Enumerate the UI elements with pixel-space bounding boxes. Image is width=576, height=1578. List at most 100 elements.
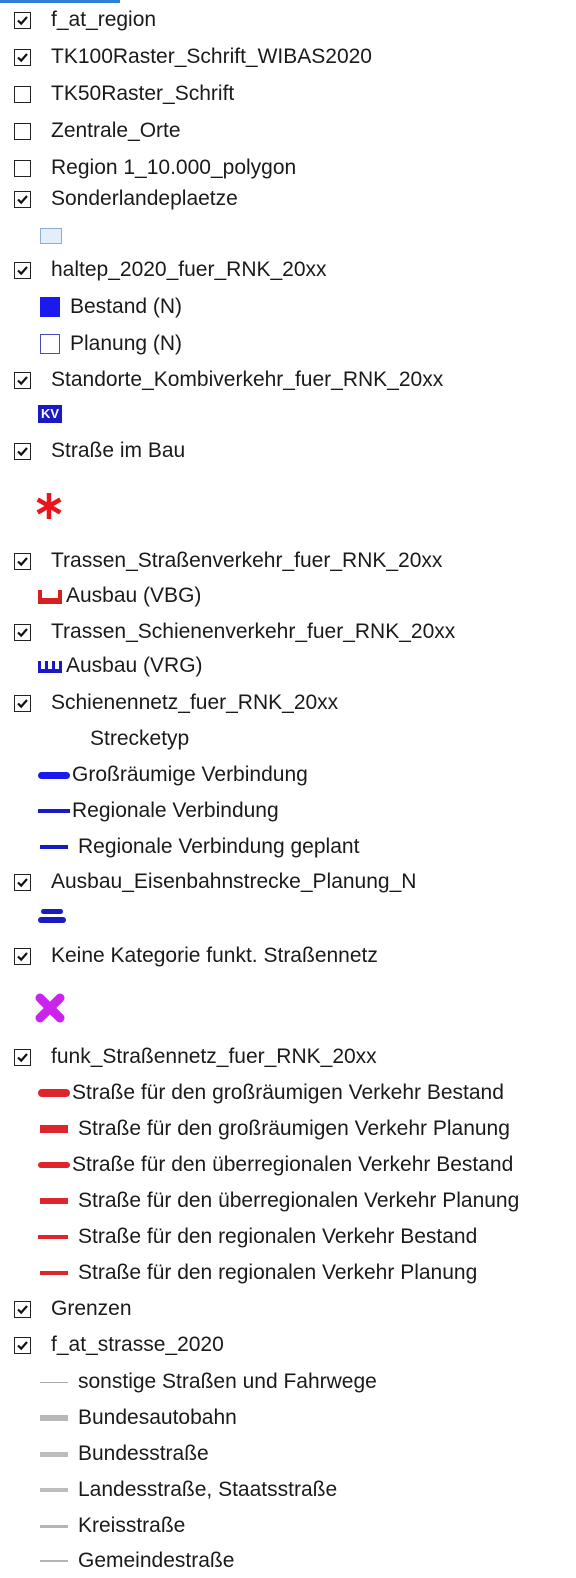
double-blue-line-icon [38, 909, 66, 923]
layer-checkbox[interactable] [14, 552, 31, 570]
legend-sonderlandeplaetze-symbol [40, 218, 62, 254]
checkmark-icon [17, 1304, 28, 1314]
kv-badge-icon: KV [38, 405, 63, 423]
layer-label: Straße im Bau [51, 439, 186, 462]
layer-row-grenzen[interactable]: Grenzen [0, 1291, 132, 1327]
layer-label: f_at_strasse_2020 [51, 1333, 224, 1356]
checkmark-icon [17, 951, 28, 961]
layer-checkbox[interactable] [14, 122, 31, 140]
legend-label: Landesstraße, Staatsstraße [78, 1478, 338, 1501]
checkmark-icon [17, 265, 28, 275]
magenta-cross-icon [35, 993, 65, 1023]
blue-comb-line-icon [38, 661, 62, 673]
grey-line-icon [40, 1524, 68, 1528]
thick-red-line-icon [40, 1125, 68, 1133]
layer-row-trassen-strassenverkehr[interactable]: Trassen_Straßenverkehr_fuer_RNK_20xx [0, 543, 442, 579]
layer-checkbox[interactable] [14, 873, 31, 891]
layer-row-f-at-strasse-2020[interactable]: f_at_strasse_2020 [0, 1327, 224, 1363]
legend-item-regional-bestand: Straße für den regionalen Verkehr Bestan… [38, 1219, 477, 1255]
layer-row-zentrale-orte[interactable]: Zentrale_Orte [0, 113, 181, 149]
legend-item-ausbau-vbg: Ausbau (VBG) [38, 578, 201, 614]
legend-item-bundesautobahn: Bundesautobahn [40, 1400, 237, 1436]
layer-checkbox[interactable] [14, 1336, 31, 1354]
layer-checkbox[interactable] [14, 159, 31, 177]
legend-eisenbahn-symbol [38, 898, 66, 934]
layer-label: Keine Kategorie funkt. Straßennetz [51, 944, 378, 967]
layer-checkbox[interactable] [14, 623, 31, 641]
legend-label: Ausbau (VBG) [66, 584, 202, 607]
checkmark-icon [17, 52, 28, 62]
layer-checkbox[interactable] [14, 85, 31, 103]
layer-row-schienennetz[interactable]: Schienennetz_fuer_RNK_20xx [0, 685, 338, 721]
layer-label: Zentrale_Orte [51, 119, 181, 142]
layer-label: Region 1_10.000_polygon [51, 156, 297, 179]
layer-checkbox[interactable] [14, 261, 31, 279]
layer-row-sonderlandeplaetze[interactable]: Sonderlandeplaetze [0, 181, 238, 217]
layer-label: Trassen_Schienenverkehr_fuer_RNK_20xx [51, 620, 456, 643]
legend-label: Bundesautobahn [78, 1406, 237, 1429]
layer-label: haltep_2020_fuer_RNK_20xx [51, 258, 327, 281]
layer-row-tk100raster[interactable]: TK100Raster_Schrift_WIBAS2020 [0, 39, 372, 75]
legend-label: Straße für den regionalen Verkehr Planun… [78, 1261, 478, 1284]
layer-checkbox[interactable] [14, 947, 31, 965]
layer-label: Trassen_Straßenverkehr_fuer_RNK_20xx [51, 549, 443, 572]
thick-red-line-icon [38, 1089, 70, 1097]
legend-item-ueberregional-bestand: Straße für den überregionalen Verkehr Be… [38, 1147, 513, 1183]
layer-checkbox[interactable] [14, 442, 31, 460]
legend-header-label: Strecketyp [90, 727, 190, 750]
legend-item-landesstrasse: Landesstraße, Staatsstraße [40, 1472, 337, 1508]
legend-item-regional-planung: Straße für den regionalen Verkehr Planun… [40, 1255, 477, 1291]
layer-checkbox[interactable] [14, 694, 31, 712]
layer-label: f_at_region [51, 8, 157, 31]
layer-checkbox[interactable] [14, 48, 31, 66]
red-fork-line-icon [38, 590, 62, 604]
layer-checkbox[interactable] [14, 11, 31, 29]
red-asterisk-icon [36, 493, 62, 519]
double-grey-line-icon [40, 1415, 68, 1421]
thin-red-line-icon [38, 1235, 68, 1239]
layer-checkbox[interactable] [14, 1048, 31, 1066]
legend-label: Regionale Verbindung geplant [78, 835, 360, 858]
layer-row-funk-strassennetz[interactable]: funk_Straßennetz_fuer_RNK_20xx [0, 1039, 377, 1075]
layer-checkbox[interactable] [14, 371, 31, 389]
legend-item-grossraeumig: Großräumige Verbindung [38, 757, 308, 793]
legend-item-bundesstrasse: Bundesstraße [40, 1436, 209, 1472]
checkmark-icon [17, 194, 28, 204]
legend-label: Kreisstraße [78, 1514, 186, 1537]
layer-label: Sonderlandeplaetze [51, 187, 238, 210]
legend-label: Straße für den regionalen Verkehr Bestan… [78, 1225, 478, 1248]
layer-row-standorte-kombiverkehr[interactable]: Standorte_Kombiverkehr_fuer_RNK_20xx [0, 362, 443, 398]
checkmark-icon [17, 877, 28, 887]
checkmark-icon [17, 1052, 28, 1062]
filled-blue-square-icon [40, 297, 60, 317]
legend-label: sonstige Straßen und Fahrwege [78, 1370, 377, 1393]
legend-kv-symbol: KV [38, 396, 63, 432]
legend-item-gemeindestrasse: Gemeindestraße [40, 1544, 234, 1578]
layer-checkbox[interactable] [14, 190, 31, 208]
legend-item-sonstige-strassen: sonstige Straßen und Fahrwege [40, 1364, 377, 1400]
red-line-icon [38, 1162, 70, 1168]
legend-item-grossraeumig-bestand: Straße für den großräumigen Verkehr Best… [38, 1075, 504, 1111]
layer-row-strasse-im-bau[interactable]: Straße im Bau [0, 433, 185, 469]
thin-red-line-icon [40, 1271, 68, 1275]
legend-label: Großräumige Verbindung [72, 763, 308, 786]
layer-row-keine-kategorie[interactable]: Keine Kategorie funkt. Straßennetz [0, 938, 378, 974]
legend-item-regional: Regionale Verbindung [38, 793, 279, 829]
layer-row-ausbau-eisenbahnstrecke[interactable]: Ausbau_Eisenbahnstrecke_Planung_N [0, 864, 416, 900]
layer-row-tk50raster[interactable]: TK50Raster_Schrift [0, 76, 234, 112]
legend-label: Straße für den überregionalen Verkehr Be… [72, 1153, 514, 1176]
layer-checkbox[interactable] [14, 1300, 31, 1318]
legend-label: Straße für den großräumigen Verkehr Plan… [78, 1117, 510, 1140]
light-blue-box-icon [40, 228, 62, 244]
legend-item-ausbau-vrg: Ausbau (VRG) [38, 648, 203, 684]
layer-row-f-at-region[interactable]: f_at_region [0, 2, 156, 38]
legend-item-grossraeumig-planung: Straße für den großräumigen Verkehr Plan… [40, 1111, 510, 1147]
layer-row-trassen-schienenverkehr[interactable]: Trassen_Schienenverkehr_fuer_RNK_20xx [0, 614, 455, 650]
layer-row-haltep[interactable]: haltep_2020_fuer_RNK_20xx [0, 252, 327, 288]
legend-label: Planung (N) [70, 332, 183, 355]
legend-label: Straße für den überregionalen Verkehr Pl… [78, 1189, 520, 1212]
grey-line-icon [40, 1488, 68, 1492]
thin-grey-line-icon [40, 1560, 68, 1562]
blue-line-icon [38, 809, 70, 813]
legend-label: Straße für den großräumigen Verkehr Best… [72, 1081, 504, 1104]
